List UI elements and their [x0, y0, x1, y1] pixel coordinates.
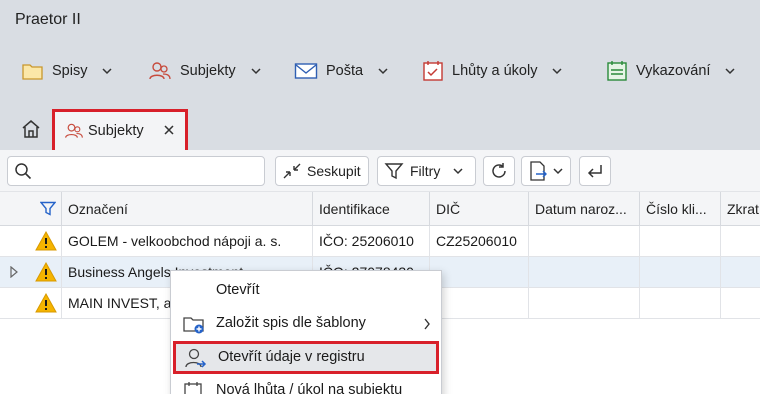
cell-identifikace: IČO: 25206010: [312, 226, 429, 257]
grid-header: Označení Identifikace DIČ Datum naroz...…: [0, 192, 760, 226]
person-arrow-icon: [185, 348, 207, 368]
ctx-item-new-deadline[interactable]: Nová lhůta / úkol na subjektu: [171, 374, 441, 394]
grid-toolbar: Seskupit Filtry: [0, 150, 760, 192]
filter-label: Filtry: [410, 163, 441, 179]
people-icon: [149, 62, 171, 80]
ctx-item-open[interactable]: Otevřít: [171, 274, 441, 307]
refresh-icon: [492, 163, 506, 178]
title-bar: Praetor II: [0, 0, 760, 40]
column-datum-narozeni[interactable]: Datum naroz...: [528, 192, 639, 226]
ctx-label: Založit spis dle šablony: [216, 315, 366, 331]
chevron-down-icon: [552, 68, 562, 75]
cell-datum: [528, 288, 639, 319]
cell-oznaceni: GOLEM - velkoobchod nápoji a. s.: [61, 226, 312, 257]
envelope-icon: [294, 63, 318, 79]
ctx-label: Nová lhůta / úkol na subjektu: [216, 382, 403, 394]
chevron-right-icon: [424, 318, 430, 330]
table-row[interactable]: GOLEM - velkoobchod nápoji a. s. IČO: 25…: [0, 226, 760, 257]
cell-zkratka: [720, 288, 760, 319]
menu-vykazovani[interactable]: Vykazování: [606, 58, 736, 84]
cell-datum: [528, 257, 639, 288]
ctx-label: Otevřít: [216, 282, 260, 298]
cell-datum: [528, 226, 639, 257]
column-zkratka[interactable]: Zkrat: [720, 192, 760, 226]
close-icon[interactable]: [163, 124, 175, 136]
funnel-icon[interactable]: [40, 201, 56, 217]
ctx-label: Otevřít údaje v registru: [218, 349, 365, 365]
ctx-item-new-file-from-template[interactable]: Založit spis dle šablony: [171, 307, 441, 340]
context-menu: Otevřít Založit spis dle šablony Otevřít…: [170, 270, 442, 394]
chevron-down-icon: [251, 68, 261, 75]
home-icon[interactable]: [20, 118, 42, 140]
chevron-down-icon: [453, 168, 463, 175]
chevron-down-icon: [553, 168, 563, 175]
column-dic[interactable]: DIČ: [429, 192, 528, 226]
expand-arrow-icon[interactable]: [9, 266, 19, 278]
refresh-button[interactable]: [483, 156, 515, 186]
funnel-icon: [384, 163, 404, 180]
cell-dic: [429, 288, 528, 319]
menu-label: Lhůty a úkoly: [452, 63, 538, 79]
chevron-down-icon: [102, 68, 112, 75]
search-icon: [15, 163, 32, 180]
column-identifikace[interactable]: Identifikace: [312, 192, 429, 226]
folder-icon: [22, 64, 43, 80]
app-title: Praetor II: [15, 11, 81, 28]
tab-label: Subjekty: [88, 123, 144, 139]
cell-zkratka: [720, 226, 760, 257]
cell-cislo: [639, 257, 720, 288]
cell-zkratka: [720, 257, 760, 288]
enter-arrow-icon: [587, 165, 602, 178]
export-button[interactable]: [521, 156, 571, 186]
menu-spisy[interactable]: Spisy: [22, 58, 113, 84]
chevron-down-icon: [725, 68, 735, 75]
menu-label: Subjekty: [180, 63, 236, 79]
menu-subjekty[interactable]: Subjekty: [148, 58, 262, 84]
timesheet-icon: [607, 61, 627, 81]
main-menu: Spisy Subjekty Pošta Lhůty a úkoly Vykaz…: [0, 46, 760, 96]
group-label: Seskupit: [307, 163, 361, 179]
menu-lhuty[interactable]: Lhůty a úkoly: [422, 58, 563, 84]
menu-label: Spisy: [52, 63, 88, 79]
people-icon: [65, 123, 83, 138]
cell-dic: CZ25206010: [429, 226, 528, 257]
menu-label: Pošta: [326, 63, 364, 79]
collapse-arrows-icon: [283, 163, 301, 179]
warning-icon: [35, 262, 57, 282]
cell-cislo: [639, 288, 720, 319]
filter-button[interactable]: Filtry: [377, 156, 476, 186]
group-button[interactable]: Seskupit: [275, 156, 369, 186]
column-oznaceni[interactable]: Označení: [61, 192, 312, 226]
search-input[interactable]: [38, 161, 258, 181]
cell-dic: [429, 257, 528, 288]
cell-cislo: [639, 226, 720, 257]
search-box[interactable]: [7, 156, 265, 186]
calendar-check-icon: [423, 61, 443, 81]
document-export-icon: [530, 161, 547, 181]
warning-icon: [35, 231, 57, 251]
folder-add-icon: [183, 317, 204, 334]
tab-subjekty[interactable]: Subjekty: [52, 109, 188, 153]
column-cislo-klienta[interactable]: Číslo kli...: [639, 192, 720, 226]
enter-button[interactable]: [579, 156, 611, 186]
warning-icon: [35, 293, 57, 313]
ctx-item-open-registry-data[interactable]: Otevřít údaje v registru: [173, 341, 439, 374]
menu-label: Vykazování: [636, 63, 711, 79]
calendar-task-icon: [184, 382, 202, 394]
tab-strip: Subjekty: [0, 104, 760, 153]
chevron-down-icon: [378, 68, 388, 75]
menu-posta[interactable]: Pošta: [294, 58, 389, 84]
